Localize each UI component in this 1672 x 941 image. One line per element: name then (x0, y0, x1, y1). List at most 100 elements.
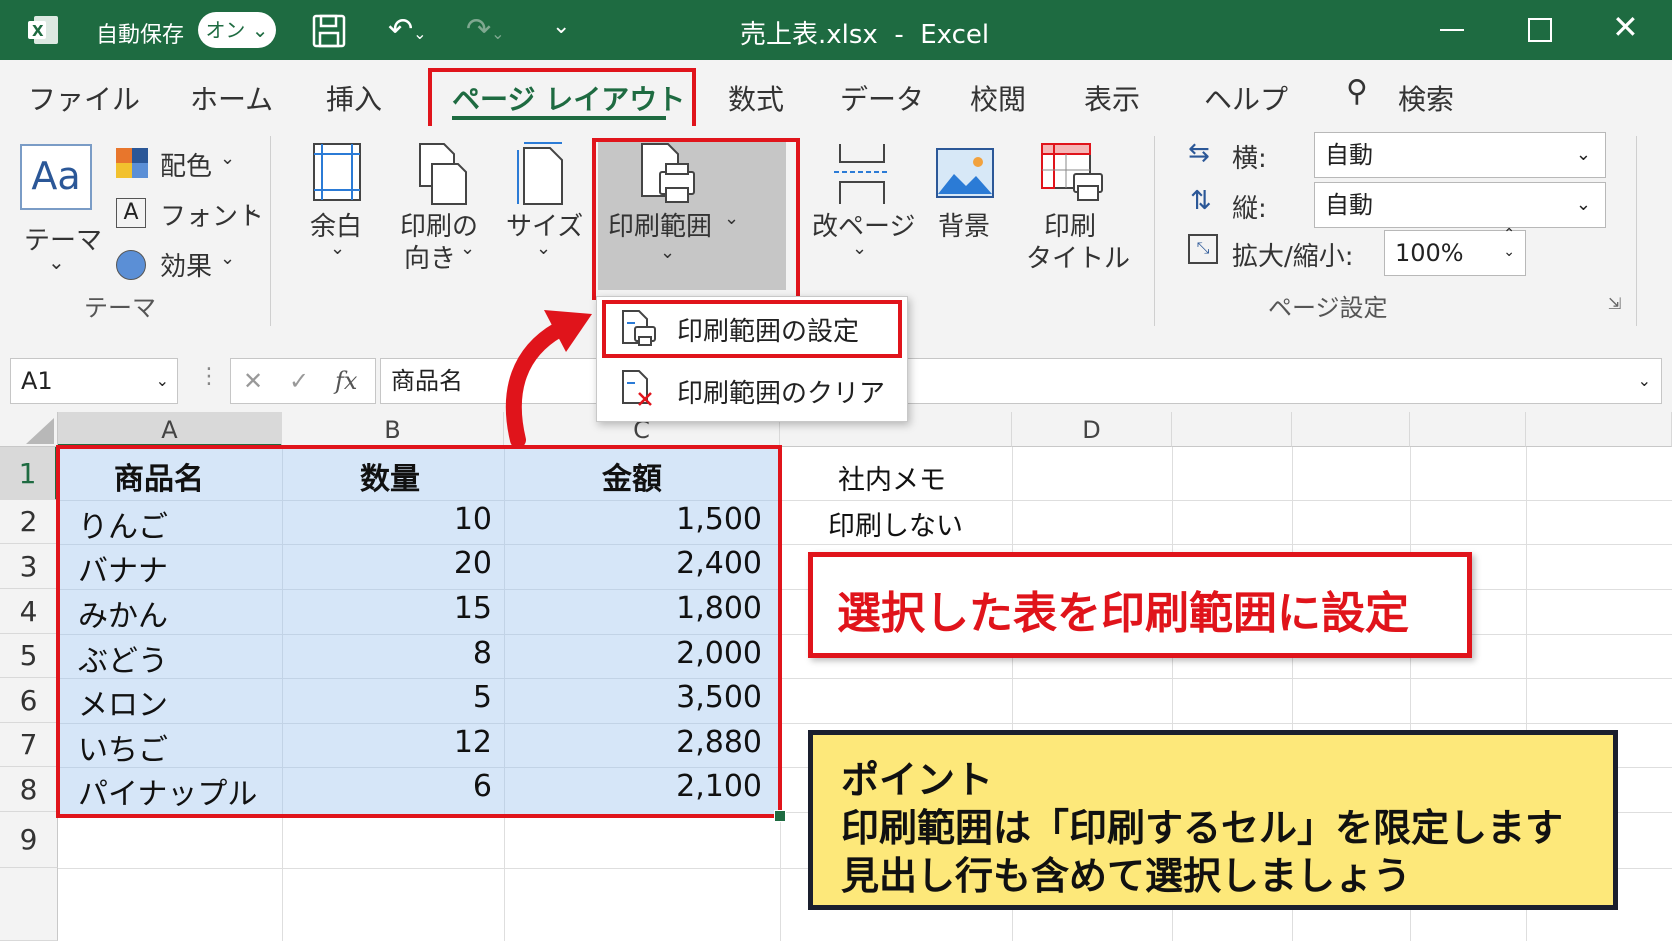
height-dropdown[interactable]: 自動 ⌄ (1314, 182, 1606, 228)
tab-data[interactable]: データ (840, 78, 924, 118)
autosave-state: オン (205, 18, 246, 42)
row-header-3[interactable]: 3 (0, 544, 58, 589)
close-icon[interactable]: ✕ (1612, 8, 1639, 46)
orientation-icon[interactable] (414, 142, 470, 206)
formula-bar-grip-icon: ⋮ (198, 364, 220, 389)
tab-home[interactable]: ホーム (190, 78, 273, 118)
row-header-8[interactable]: 8 (0, 767, 58, 812)
dialog-launcher-icon[interactable]: ⇲ (1608, 294, 1621, 313)
point-line-2: 見出し行も含めて選択しましょう (841, 854, 1412, 898)
clear-print-area-label: 印刷範囲のクリア (677, 379, 886, 409)
scale-label: 拡大/縮小: (1232, 242, 1354, 272)
callout-set-print-area-text: 選択した表を印刷範囲に設定 (837, 588, 1409, 639)
size-icon[interactable] (514, 140, 570, 206)
column-header-h[interactable] (1526, 412, 1672, 447)
fonts-dropdown-icon[interactable]: ⌄ (244, 198, 259, 219)
redo-icon[interactable]: ↷⌄ (466, 12, 505, 47)
tab-file[interactable]: ファイル (28, 78, 140, 118)
set-print-area-highlight (602, 300, 902, 358)
breaks-icon[interactable] (832, 142, 892, 206)
row-header-7[interactable]: 7 (0, 723, 58, 767)
row-header-4[interactable]: 4 (0, 589, 58, 634)
title-bar: X 自動保存 オン ⌄ ↶⌄ ↷⌄ ⌄ 売上表.xlsx - Excel ✕ (0, 0, 1672, 60)
cancel-entry-icon[interactable]: ✕ (243, 359, 263, 403)
tab-search[interactable]: 検索 (1398, 78, 1454, 118)
height-icon: ⇅ (1190, 186, 1212, 216)
width-label: 横: (1232, 144, 1267, 174)
name-box[interactable]: A1 ⌄ (10, 358, 178, 404)
fill-handle[interactable] (774, 810, 786, 822)
theme-dropdown-icon[interactable]: ⌄ (48, 250, 65, 274)
effects-button[interactable]: 効果 (160, 246, 212, 283)
effects-dropdown-icon[interactable]: ⌄ (220, 248, 235, 269)
point-note: ポイント 印刷範囲は「印刷するセル」を限定します 見出し行も含めて選択しましょう (808, 730, 1618, 910)
theme-icon[interactable]: Aa (20, 144, 92, 210)
margins-icon[interactable] (312, 142, 362, 202)
scale-spinner[interactable]: 100% ⌃ ⌄ (1384, 226, 1526, 276)
background-button[interactable]: 背景 (938, 206, 990, 243)
spinner-arrows-icon[interactable]: ⌃ ⌄ (1503, 225, 1515, 261)
undo-icon[interactable]: ↶⌄ (388, 12, 427, 47)
tab-review[interactable]: 校閲 (970, 78, 1026, 118)
expand-formula-bar-icon[interactable]: ⌄ (1638, 359, 1651, 403)
autosave-toggle[interactable]: オン ⌄ (198, 12, 276, 48)
formula-content: 商品名 (391, 367, 463, 395)
row-header-10[interactable] (0, 868, 58, 941)
red-arrow-icon (505, 310, 592, 448)
excel-logo-icon: X (28, 14, 60, 46)
point-line-1: 印刷範囲は「印刷するセル」を限定します (841, 806, 1564, 850)
window-title: 売上表.xlsx - Excel (740, 20, 990, 50)
row-header-5[interactable]: 5 (0, 634, 58, 678)
save-icon[interactable] (312, 14, 346, 52)
callout-set-print-area: 選択した表を印刷範囲に設定 (808, 552, 1472, 658)
name-box-value: A1 (21, 367, 53, 395)
width-chevron-icon: ⌄ (1575, 144, 1591, 165)
formula-buttons: ✕ ✓ fx (230, 358, 376, 404)
select-all-corner[interactable] (0, 412, 58, 447)
maximize-icon[interactable] (1528, 18, 1552, 42)
column-header-d[interactable]: D (1012, 412, 1172, 447)
tab-help[interactable]: ヘルプ (1204, 78, 1288, 118)
height-value: 自動 (1325, 191, 1373, 219)
clear-print-area-icon (622, 370, 652, 406)
column-header-g[interactable] (1410, 412, 1526, 447)
note-cell-1[interactable]: 社内メモ (838, 458, 946, 497)
row-header-6[interactable]: 6 (0, 678, 58, 723)
column-header-e[interactable] (1172, 412, 1292, 447)
column-header-f[interactable] (1292, 412, 1410, 447)
svg-text:X: X (32, 22, 44, 40)
minimize-icon[interactable] (1440, 29, 1464, 31)
point-title: ポイント (841, 758, 994, 802)
row-header-2[interactable]: 2 (0, 500, 58, 544)
colors-dropdown-icon[interactable]: ⌄ (220, 148, 235, 169)
breaks-dropdown-icon[interactable]: ⌄ (852, 238, 867, 259)
page-setup-group-label: ページ設定 (1268, 294, 1388, 322)
orientation-button-line2[interactable]: 向き (404, 238, 456, 275)
print-titles-button-line2[interactable]: タイトル (1026, 238, 1130, 275)
insert-function-icon[interactable]: fx (335, 359, 357, 403)
confirm-entry-icon[interactable]: ✓ (289, 359, 309, 403)
theme-group-label: テーマ (84, 294, 156, 322)
search-icon[interactable]: ⚲ (1346, 74, 1368, 109)
tab-formulas[interactable]: 数式 (728, 78, 784, 118)
column-header-b[interactable]: B (282, 412, 504, 447)
width-value: 自動 (1325, 141, 1373, 169)
row-header-1[interactable]: 1 (0, 447, 58, 500)
tab-insert[interactable]: 挿入 (326, 78, 382, 118)
margins-dropdown-icon[interactable]: ⌄ (330, 238, 345, 259)
row-header-9[interactable]: 9 (0, 812, 58, 868)
background-icon[interactable] (936, 148, 994, 198)
print-area-highlight (592, 138, 800, 300)
note-cell-2[interactable]: 印刷しない (828, 504, 963, 543)
print-titles-icon[interactable] (1040, 142, 1104, 202)
column-header-a[interactable]: A (58, 412, 282, 447)
ribbon-tabs: ファイル ホーム 挿入 ページ レイアウト 数式 データ 校閲 表示 ヘルプ ⚲… (0, 60, 1672, 126)
size-dropdown-icon[interactable]: ⌄ (536, 238, 551, 259)
width-dropdown[interactable]: 自動 ⌄ (1314, 132, 1606, 178)
tab-view[interactable]: 表示 (1084, 78, 1140, 118)
customize-toolbar-icon[interactable]: ⌄ (552, 14, 570, 39)
scale-value: 100% (1395, 239, 1464, 267)
colors-button[interactable]: 配色 (160, 146, 212, 183)
orientation-dropdown-icon[interactable]: ⌄ (460, 238, 475, 259)
menu-item-clear-print-area[interactable]: 印刷範囲のクリア (597, 359, 907, 419)
